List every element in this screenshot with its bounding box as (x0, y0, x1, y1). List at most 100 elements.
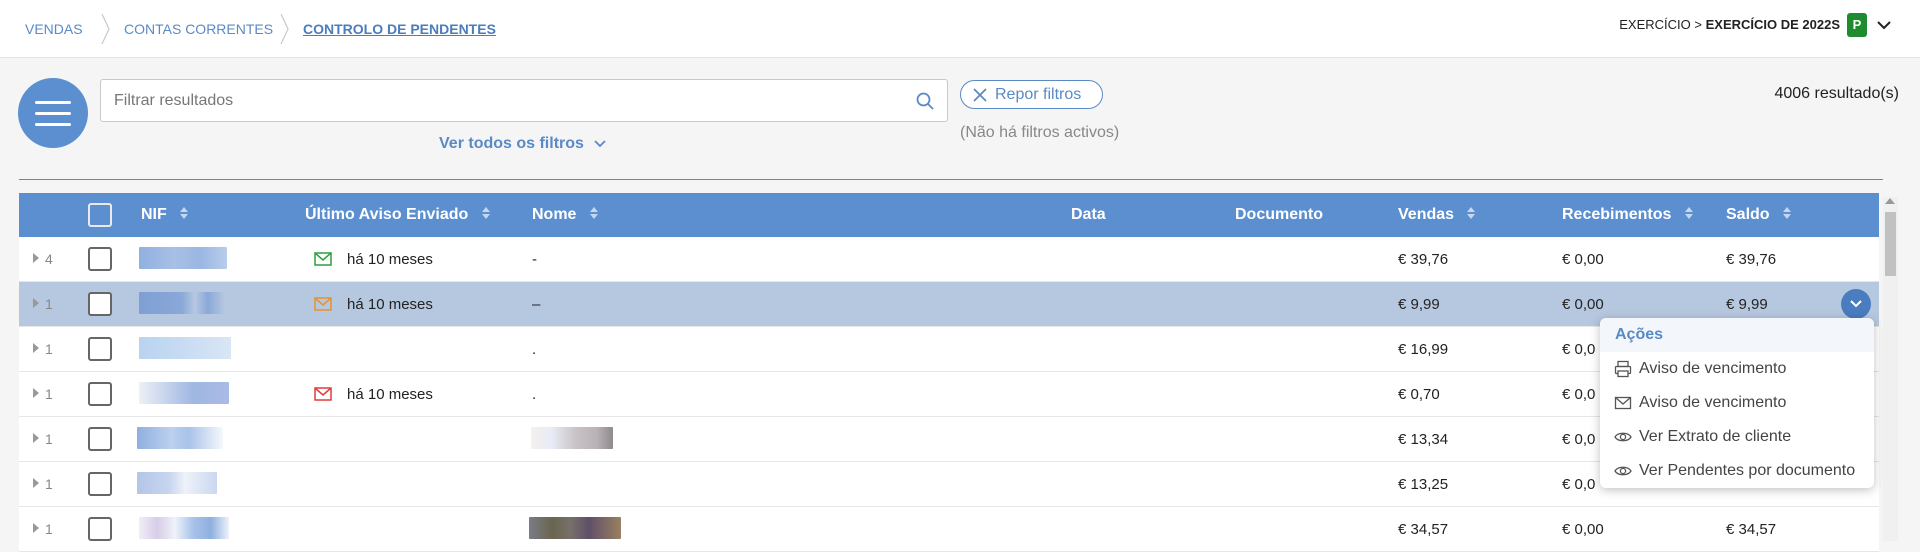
envelope-icon (314, 252, 332, 266)
row-checkbox[interactable] (88, 472, 112, 496)
row-checkbox[interactable] (88, 337, 112, 361)
row-receipts: € 0,0 (1562, 386, 1596, 403)
printer-icon (1614, 360, 1632, 378)
row-expander[interactable]: 4 (33, 251, 53, 267)
row-checkbox[interactable] (88, 382, 112, 406)
column-receipts-label: Recebimentos (1562, 206, 1672, 223)
row-sales: € 34,57 (1398, 521, 1449, 538)
row-receipts: € 0,0 (1562, 476, 1596, 493)
reset-filters-button[interactable]: Repor filtros (960, 80, 1103, 109)
divider (19, 179, 1883, 180)
column-sales-label: Vendas (1398, 206, 1455, 223)
row-checkbox[interactable] (88, 517, 112, 541)
redacted-name (531, 427, 613, 449)
action-label: Ver Extrato de cliente (1639, 428, 1792, 445)
column-balance[interactable]: Saldo (1726, 206, 1792, 224)
row-expander[interactable]: 1 (33, 521, 53, 537)
select-all-checkbox[interactable] (88, 203, 112, 227)
row-checkbox[interactable] (88, 247, 112, 271)
row-expander[interactable]: 1 (33, 341, 53, 357)
row-last-notice: há 10 meses (347, 251, 433, 268)
action-label: Aviso de vencimento (1639, 394, 1787, 411)
row-expander[interactable]: 1 (33, 431, 53, 447)
column-document[interactable]: Documento (1235, 206, 1323, 224)
reset-filters-label: Repor filtros (995, 85, 1082, 103)
column-sales[interactable]: Vendas (1398, 206, 1476, 224)
hamburger-line (35, 100, 71, 104)
redacted-nif (139, 292, 225, 314)
breadcrumb-vendas[interactable]: VENDAS (25, 21, 83, 37)
row-sales: € 13,34 (1398, 431, 1449, 448)
column-nif-label: NIF (141, 206, 167, 223)
scrollbar-thumb[interactable] (1885, 212, 1896, 276)
breadcrumb-separator (280, 14, 289, 44)
row-expander[interactable]: 1 (33, 296, 53, 312)
chevron-down-icon[interactable] (593, 137, 607, 151)
actions-title: Ações (1615, 326, 1664, 343)
table-row[interactable]: 1 € 34,57 € 0,00 € 34,57 (19, 507, 1879, 552)
action-email-notice[interactable]: Aviso de vencimento (1614, 394, 1786, 412)
close-icon (973, 87, 987, 102)
row-name: - (532, 251, 537, 268)
redacted-nif (139, 337, 231, 359)
breadcrumb-controlo-pendentes[interactable]: CONTROLO DE PENDENTES (303, 21, 496, 37)
column-name-label: Nome (532, 206, 577, 223)
row-count: 1 (45, 386, 53, 402)
menu-button[interactable] (18, 78, 88, 148)
chevron-down-icon[interactable] (1875, 16, 1893, 34)
row-actions-button[interactable] (1841, 289, 1871, 319)
row-name: . (532, 341, 537, 358)
row-name: . (532, 386, 537, 403)
row-expander[interactable]: 1 (33, 476, 53, 492)
search-icon[interactable] (915, 91, 935, 111)
row-receipts: € 0,0 (1562, 341, 1596, 358)
action-print-notice[interactable]: Aviso de vencimento (1614, 360, 1786, 378)
row-receipts: € 0,00 (1562, 521, 1604, 538)
row-checkbox[interactable] (88, 427, 112, 451)
table-row[interactable]: 4 há 10 meses - € 39,76 € 0,00 € 39,76 (19, 237, 1879, 282)
results-count: 4006 resultado(s) (1774, 85, 1899, 102)
row-balance: € 34,57 (1726, 521, 1777, 538)
column-date[interactable]: Data (1071, 206, 1106, 224)
sort-icon (589, 207, 598, 219)
exercise-status-badge: P (1847, 13, 1867, 37)
search-input[interactable] (101, 80, 881, 121)
redacted-nif (139, 382, 229, 404)
redacted-name (529, 517, 621, 539)
row-sales: € 9,99 (1398, 296, 1440, 313)
row-count: 1 (45, 296, 53, 312)
row-balance: € 39,76 (1726, 251, 1777, 268)
exercise-selector[interactable]: EXERCÍCIO > EXERCÍCIO DE 2022S (1619, 17, 1840, 32)
row-count: 1 (45, 476, 53, 492)
breadcrumb-contas-correntes[interactable]: CONTAS CORRENTES (124, 21, 273, 37)
scroll-up-arrow[interactable] (1885, 198, 1895, 204)
action-view-statement[interactable]: Ver Extrato de cliente (1614, 428, 1791, 446)
row-balance: € 9,99 (1726, 296, 1768, 313)
row-expander[interactable]: 1 (33, 386, 53, 402)
hamburger-line (35, 111, 71, 115)
eye-icon (1614, 432, 1632, 442)
redacted-nif (139, 517, 229, 539)
row-count: 1 (45, 431, 53, 447)
actions-dropdown: Ações Aviso de vencimento Aviso de venci… (1600, 318, 1874, 488)
envelope-icon (1614, 396, 1632, 410)
row-sales: € 16,99 (1398, 341, 1449, 358)
row-receipts: € 0,00 (1562, 251, 1604, 268)
eye-icon (1614, 466, 1632, 476)
search-box (100, 79, 948, 122)
redacted-nif (137, 427, 223, 449)
column-last-notice[interactable]: Último Aviso Enviado (305, 206, 491, 224)
all-filters-link[interactable]: Ver todos os filtros (439, 135, 584, 153)
column-receipts[interactable]: Recebimentos (1562, 206, 1694, 224)
action-label: Aviso de vencimento (1639, 360, 1787, 377)
row-sales: € 0,70 (1398, 386, 1440, 403)
column-balance-label: Saldo (1726, 206, 1770, 223)
column-name[interactable]: Nome (532, 206, 599, 224)
sort-icon (1783, 207, 1792, 219)
sort-icon (180, 207, 189, 219)
row-sales: € 13,25 (1398, 476, 1449, 493)
action-view-pending-by-document[interactable]: Ver Pendentes por documento (1614, 462, 1855, 480)
row-checkbox[interactable] (88, 292, 112, 316)
column-nif[interactable]: NIF (141, 206, 189, 224)
no-active-filters-text: (Não há filtros activos) (960, 124, 1120, 141)
